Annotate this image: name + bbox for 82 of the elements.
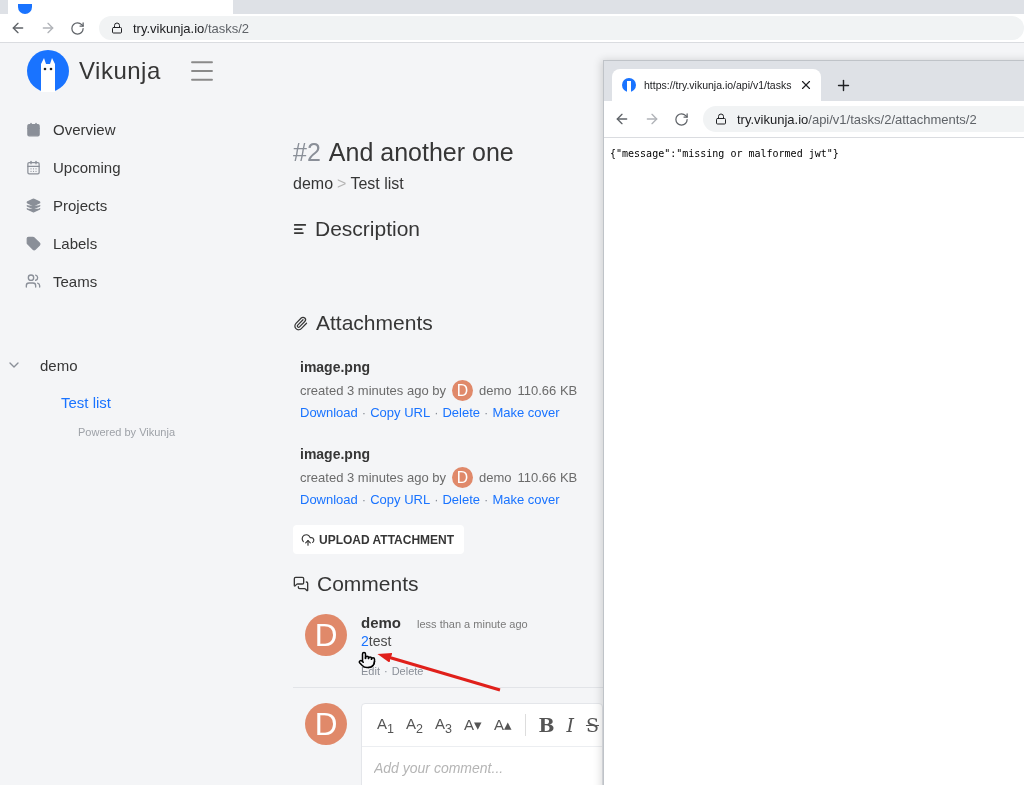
file-name: image.png (300, 446, 370, 462)
chat-bubbles-icon (293, 576, 309, 592)
calendar-icon (25, 159, 41, 175)
footer-text: Powered by Vikunja (78, 426, 176, 438)
reload-icon[interactable] (674, 111, 689, 127)
breadcrumb-link[interactable]: Test list (350, 175, 404, 193)
address-bar[interactable]: try.vikunja.io/api/v1/tasks/2/attachments/2 (703, 106, 1024, 132)
comment-link[interactable]: 2 (361, 633, 369, 649)
format-button[interactable]: A$_{1}$ (374, 714, 397, 736)
logo-icon (27, 50, 69, 92)
comment-author: demo (361, 614, 401, 631)
layers-icon (25, 197, 41, 213)
author-name: demo (479, 383, 512, 398)
separator-dot: · (361, 492, 367, 507)
back-icon[interactable] (614, 111, 630, 127)
address-bar[interactable]: try.vikunja.io/tasks/2 (99, 16, 1024, 40)
nav-item[interactable]: Teams (0, 262, 293, 300)
separator-dot: · (434, 405, 439, 420)
avatar: D (305, 614, 347, 656)
nav-item[interactable]: Overview (0, 110, 293, 148)
namespace-name[interactable]: demo (40, 356, 78, 374)
cloud-upload-icon (301, 532, 315, 547)
task-title: #2 And another one (293, 138, 514, 167)
created-text: created 3 minutes ago by (300, 383, 446, 398)
comment-text: test (368, 633, 392, 649)
tab-title: https://try.vikunja.io/api/v1/tasks (644, 79, 792, 91)
format-button[interactable]: B (535, 714, 558, 736)
favicon-icon (18, 4, 32, 14)
tag-icon (25, 235, 41, 251)
format-button[interactable]: A$_{3}$ (431, 714, 455, 736)
action-link[interactable]: Make cover (492, 492, 560, 507)
separator-dot: · (434, 492, 439, 507)
nav-item[interactable]: Upcoming (0, 148, 293, 186)
action-link[interactable]: Copy URL (370, 405, 431, 420)
response-text: {"message":"missing or malformed jwt"} (609, 147, 840, 161)
action-link[interactable]: Download (300, 492, 358, 507)
action-link[interactable]: Make cover (492, 405, 560, 420)
file-size: 110.66 KB (517, 383, 578, 398)
brand-name: Vikunja (79, 57, 161, 85)
format-button[interactable]: I (563, 714, 577, 736)
format-button[interactable]: S (582, 714, 602, 736)
action-link[interactable]: Delete (442, 405, 481, 420)
section-heading: Comments (317, 572, 419, 596)
list-link[interactable]: Test list (61, 384, 111, 422)
avatar: D (452, 380, 473, 401)
nav-item[interactable]: Labels (0, 224, 293, 262)
format-button[interactable]: A$_{2}$ (402, 714, 426, 736)
paperclip-icon (293, 315, 308, 331)
avatar: D (305, 703, 347, 745)
file-size: 110.66 KB (517, 470, 578, 485)
breadcrumb-separator: > (337, 175, 347, 193)
separator-dot: · (484, 405, 489, 420)
people-icon (25, 273, 41, 289)
separator-dot: · (361, 405, 367, 420)
section-heading: Attachments (316, 311, 433, 335)
browser-tab[interactable] (8, 0, 233, 14)
browser-tab[interactable]: https://try.vikunja.io/api/v1/tasks (612, 69, 822, 101)
avatar: D (452, 467, 473, 488)
hand-cursor-icon (358, 651, 376, 669)
action-link[interactable]: Delete (442, 492, 481, 507)
author-name: demo (479, 470, 512, 485)
action-link[interactable]: Download (300, 405, 358, 420)
created-text: created 3 minutes ago by (300, 470, 446, 485)
comment-editor[interactable]: A$_{1}$ A$_{2}$ A$_{3}$ A▾ A▴ B I S Add your comment... (361, 703, 603, 785)
favicon-icon (622, 78, 636, 92)
align-left-icon (293, 222, 307, 236)
lock-icon (111, 22, 123, 34)
nav-item[interactable]: Projects (0, 186, 293, 224)
comment-time: less than a minute ago (417, 618, 528, 630)
upload-button[interactable]: UPLOAD ATTACHMENT (293, 525, 465, 554)
separator-dot: · (383, 665, 388, 677)
separator-dot: · (484, 492, 489, 507)
reload-icon[interactable] (70, 20, 85, 36)
file-name: image.png (300, 359, 370, 375)
section-heading: Description (315, 217, 421, 241)
format-button[interactable]: A▾ (460, 716, 485, 734)
format-button[interactable]: A▴ (490, 716, 515, 734)
calendar-icon (25, 121, 41, 137)
breadcrumb-link[interactable]: demo (293, 175, 334, 193)
action-link[interactable]: Copy URL (370, 492, 431, 507)
lock-icon (715, 113, 727, 125)
back-icon[interactable] (10, 20, 26, 36)
